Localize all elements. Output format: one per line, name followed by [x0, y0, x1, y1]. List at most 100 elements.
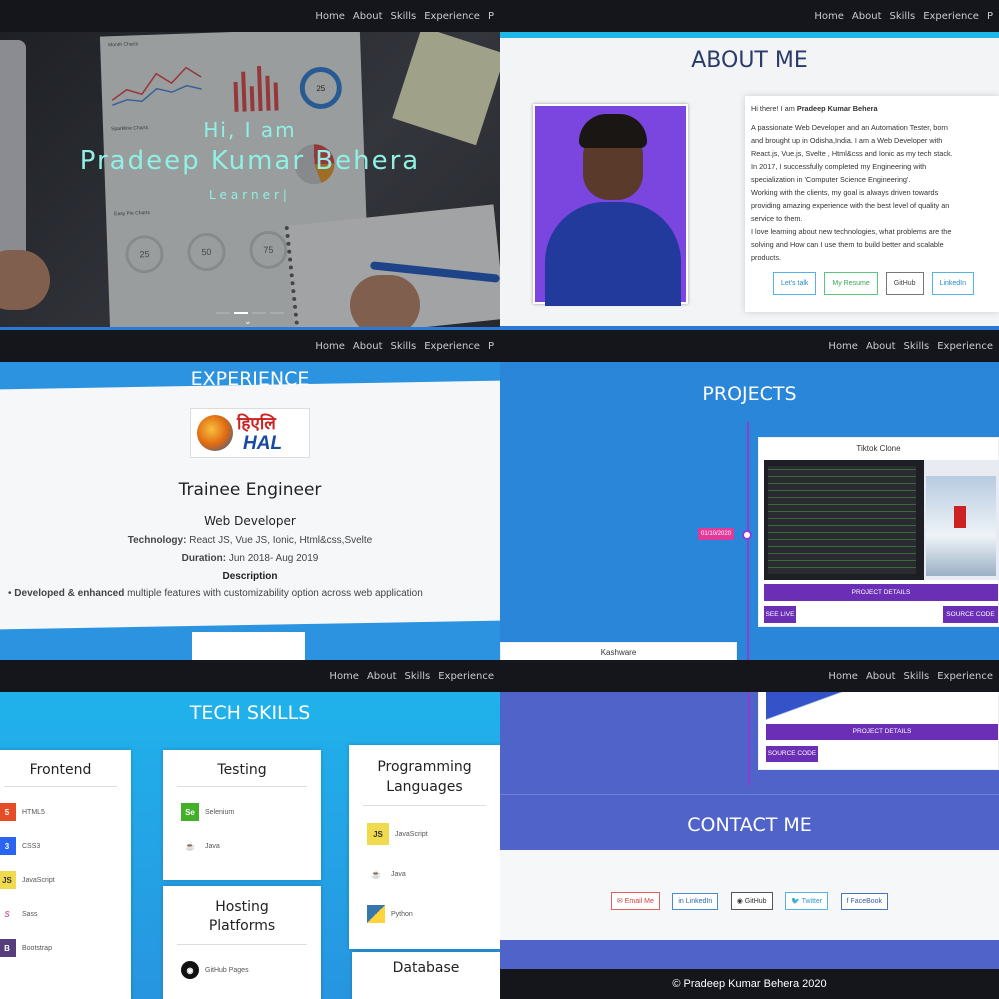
skill-item: ☕ Java	[349, 854, 500, 894]
skill-item: B Bootstrap	[0, 931, 131, 965]
skill-item: 5 HTML5	[0, 795, 131, 829]
nav-home[interactable]: Home	[315, 341, 345, 352]
navbar: Home About Skills Experience	[0, 660, 500, 692]
nav-about[interactable]: About	[353, 11, 383, 22]
javascript-icon: JS	[0, 871, 16, 889]
python-icon	[367, 905, 385, 923]
database-card: Database	[352, 952, 500, 999]
css3-icon: 3	[0, 837, 16, 855]
see-live-button[interactable]: SEE LIVE	[764, 606, 796, 623]
nav-experience[interactable]: Experience	[923, 11, 979, 22]
sass-icon: S	[0, 905, 16, 923]
frontend-title: Frontend	[29, 762, 92, 778]
nav-home[interactable]: Home	[329, 671, 359, 682]
email-button[interactable]: ✉ Email Me	[610, 892, 660, 910]
about-line: React.js, Vue.js, Svelte , Html&css and …	[751, 149, 953, 158]
project-card: Kashware	[500, 642, 737, 660]
skill-item: ☕ Java	[163, 829, 321, 863]
hal-globe-icon	[197, 415, 233, 451]
linkedin-button[interactable]: LinkedIn	[931, 272, 975, 295]
linkedin-button[interactable]: in LinkedIn	[672, 893, 719, 910]
nav-skills[interactable]: Skills	[904, 671, 930, 682]
about-text-card: Hi there! I am Pradeep Kumar Behera A pa…	[745, 96, 999, 312]
nav-projects[interactable]: P	[488, 341, 494, 352]
timeline-line	[747, 422, 749, 660]
nav-skills[interactable]: Skills	[890, 11, 916, 22]
contact-buttons-area: ✉ Email Me in LinkedIn ◉ GitHub 🐦 Twitte…	[500, 850, 999, 940]
about-name: Pradeep Kumar Behera	[796, 104, 878, 113]
about-line: specialization in 'Computer Science Engi…	[751, 175, 911, 184]
nav-experience[interactable]: Experience	[937, 341, 993, 352]
nav-home[interactable]: Home	[828, 671, 858, 682]
experience-tab-box[interactable]	[192, 632, 305, 660]
nav-skills[interactable]: Skills	[391, 341, 417, 352]
carousel-dot[interactable]	[234, 312, 248, 314]
carousel-dot[interactable]	[270, 312, 284, 314]
nav-home[interactable]: Home	[828, 341, 858, 352]
about-hello: Hi there! I am	[751, 104, 797, 113]
timeline-date-badge: 01/10/2020	[698, 528, 735, 540]
project-details-button[interactable]: PROJECT DETAILS	[766, 724, 998, 740]
about-line: and brought up in Odisha,India. I am a W…	[751, 136, 943, 145]
experience-bullet: • Developed & enhanced multiple features…	[8, 588, 423, 599]
contact-section: PROJECT DETAILS SOURCE CODE Home About S…	[500, 660, 999, 999]
carousel-dot[interactable]	[216, 312, 230, 314]
chevron-down-icon[interactable]: ⌄	[244, 316, 252, 327]
hal-logo: हिएलि HAL	[190, 408, 310, 458]
skill-item: Se Selenium	[163, 795, 321, 829]
testing-title: Testing	[217, 762, 267, 778]
github-button[interactable]: GitHub	[885, 272, 924, 295]
nav-projects[interactable]: P	[987, 11, 993, 22]
project-details-button[interactable]: PROJECT DETAILS	[764, 584, 998, 601]
navbar: Home About Skills Experience	[500, 330, 999, 362]
facebook-button[interactable]: f FaceBook	[840, 893, 889, 910]
nav-experience[interactable]: Experience	[438, 671, 494, 682]
nav-skills[interactable]: Skills	[904, 341, 930, 352]
github-button[interactable]: ◉ GitHub	[730, 892, 773, 910]
selenium-icon: Se	[181, 803, 199, 821]
twitter-button[interactable]: 🐦 Twitter	[785, 892, 829, 910]
navbar: Home About Skills Experience P	[500, 0, 999, 32]
nav-home[interactable]: Home	[814, 11, 844, 22]
project-card: Tiktok Clone PROJECT DETAILS SEE LIVE SO…	[758, 437, 999, 627]
hal-hindi-text: हिएलि	[237, 414, 276, 433]
github-icon: ◉	[181, 961, 199, 979]
skill-item: 3 CSS3	[0, 829, 131, 863]
about-line: providing amazing experience with the be…	[751, 201, 950, 210]
nav-about[interactable]: About	[866, 341, 896, 352]
nav-experience[interactable]: Experience	[424, 11, 480, 22]
nav-about[interactable]: About	[852, 11, 882, 22]
about-line: solving and How can I use them to build …	[751, 240, 944, 249]
nav-experience[interactable]: Experience	[424, 341, 480, 352]
database-title: Database	[392, 960, 460, 976]
lets-talk-button[interactable]: Let's talk	[773, 272, 817, 295]
hosting-card: Hosting Platforms ◉ GitHub Pages	[163, 886, 321, 999]
programming-title: Programming Languages	[377, 759, 472, 795]
project-title: Tiktok Clone	[856, 444, 901, 453]
skill-item: S Sass	[0, 897, 131, 931]
nav-projects[interactable]: P	[488, 11, 494, 22]
about-title: ABOUT ME	[691, 48, 808, 73]
source-code-button[interactable]: SOURCE CODE	[766, 746, 818, 762]
nav-about[interactable]: About	[367, 671, 397, 682]
footer: © Pradeep Kumar Behera 2020	[500, 969, 999, 999]
nav-about[interactable]: About	[353, 341, 383, 352]
my-resume-button[interactable]: My Resume	[824, 272, 878, 295]
nav-about[interactable]: About	[866, 671, 896, 682]
carousel-dot[interactable]	[252, 312, 266, 314]
html5-icon: 5	[0, 803, 16, 821]
profile-photo	[533, 104, 688, 306]
bootstrap-icon: B	[0, 939, 16, 957]
nav-experience[interactable]: Experience	[937, 671, 993, 682]
carousel-indicators[interactable]	[216, 312, 284, 314]
hero-overlay	[0, 32, 500, 330]
nav-skills[interactable]: Skills	[391, 11, 417, 22]
about-line: products.	[751, 253, 782, 262]
nav-home[interactable]: Home	[315, 11, 345, 22]
screenshot-collage: Month Charts 25 Sparkline Charts Easy Pi…	[0, 0, 999, 999]
timeline-dot	[742, 530, 752, 540]
testing-card: Testing Se Selenium ☕ Java	[163, 750, 321, 880]
nav-skills[interactable]: Skills	[405, 671, 431, 682]
code-editor-image	[768, 466, 916, 574]
source-code-button[interactable]: SOURCE CODE	[943, 606, 998, 623]
